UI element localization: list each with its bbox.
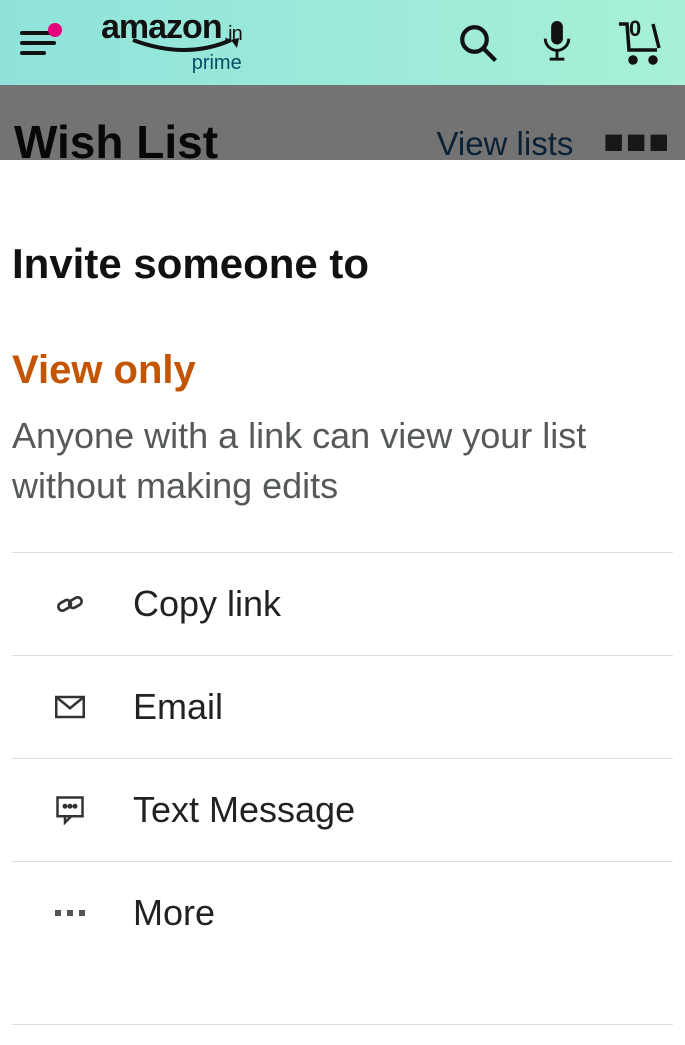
brand-logo[interactable]: amazon.in prime: [101, 10, 242, 75]
brand-subtext: prime: [101, 52, 242, 75]
menu-button[interactable]: [20, 31, 56, 55]
sheet-title: Invite someone to: [0, 240, 685, 348]
share-option-label: Email: [133, 686, 223, 728]
mail-icon: [52, 695, 88, 719]
permission-title: View only: [0, 348, 685, 393]
view-lists-link[interactable]: View lists: [436, 125, 573, 163]
permission-description: Anyone with a link can view your list wi…: [0, 393, 685, 552]
share-option-text-message[interactable]: Text Message: [12, 759, 673, 862]
link-icon: [52, 588, 88, 620]
top-app-bar: amazon.in prime: [0, 0, 685, 85]
share-option-email[interactable]: Email: [12, 656, 673, 759]
cart-button[interactable]: 0: [615, 20, 665, 66]
brand-name: amazon: [101, 10, 222, 44]
close-button[interactable]: [627, 176, 665, 214]
mic-button[interactable]: [539, 21, 575, 65]
divider: [12, 1024, 673, 1025]
sms-icon: [52, 795, 88, 825]
share-option-copy-link[interactable]: Copy link: [12, 553, 673, 656]
cart-count: 0: [629, 16, 641, 42]
more-icon: [52, 908, 88, 918]
share-option-more[interactable]: More: [12, 862, 673, 964]
notification-dot-icon: [48, 23, 62, 37]
share-option-label: Text Message: [133, 789, 355, 831]
invite-sheet: Invite someone to View only Anyone with …: [0, 160, 685, 1045]
share-option-label: Copy link: [133, 583, 281, 625]
more-menu-button[interactable]: ■■■: [603, 125, 671, 159]
share-option-label: More: [133, 892, 215, 934]
search-button[interactable]: [457, 22, 499, 64]
share-options-list: Copy link Email: [12, 552, 673, 964]
